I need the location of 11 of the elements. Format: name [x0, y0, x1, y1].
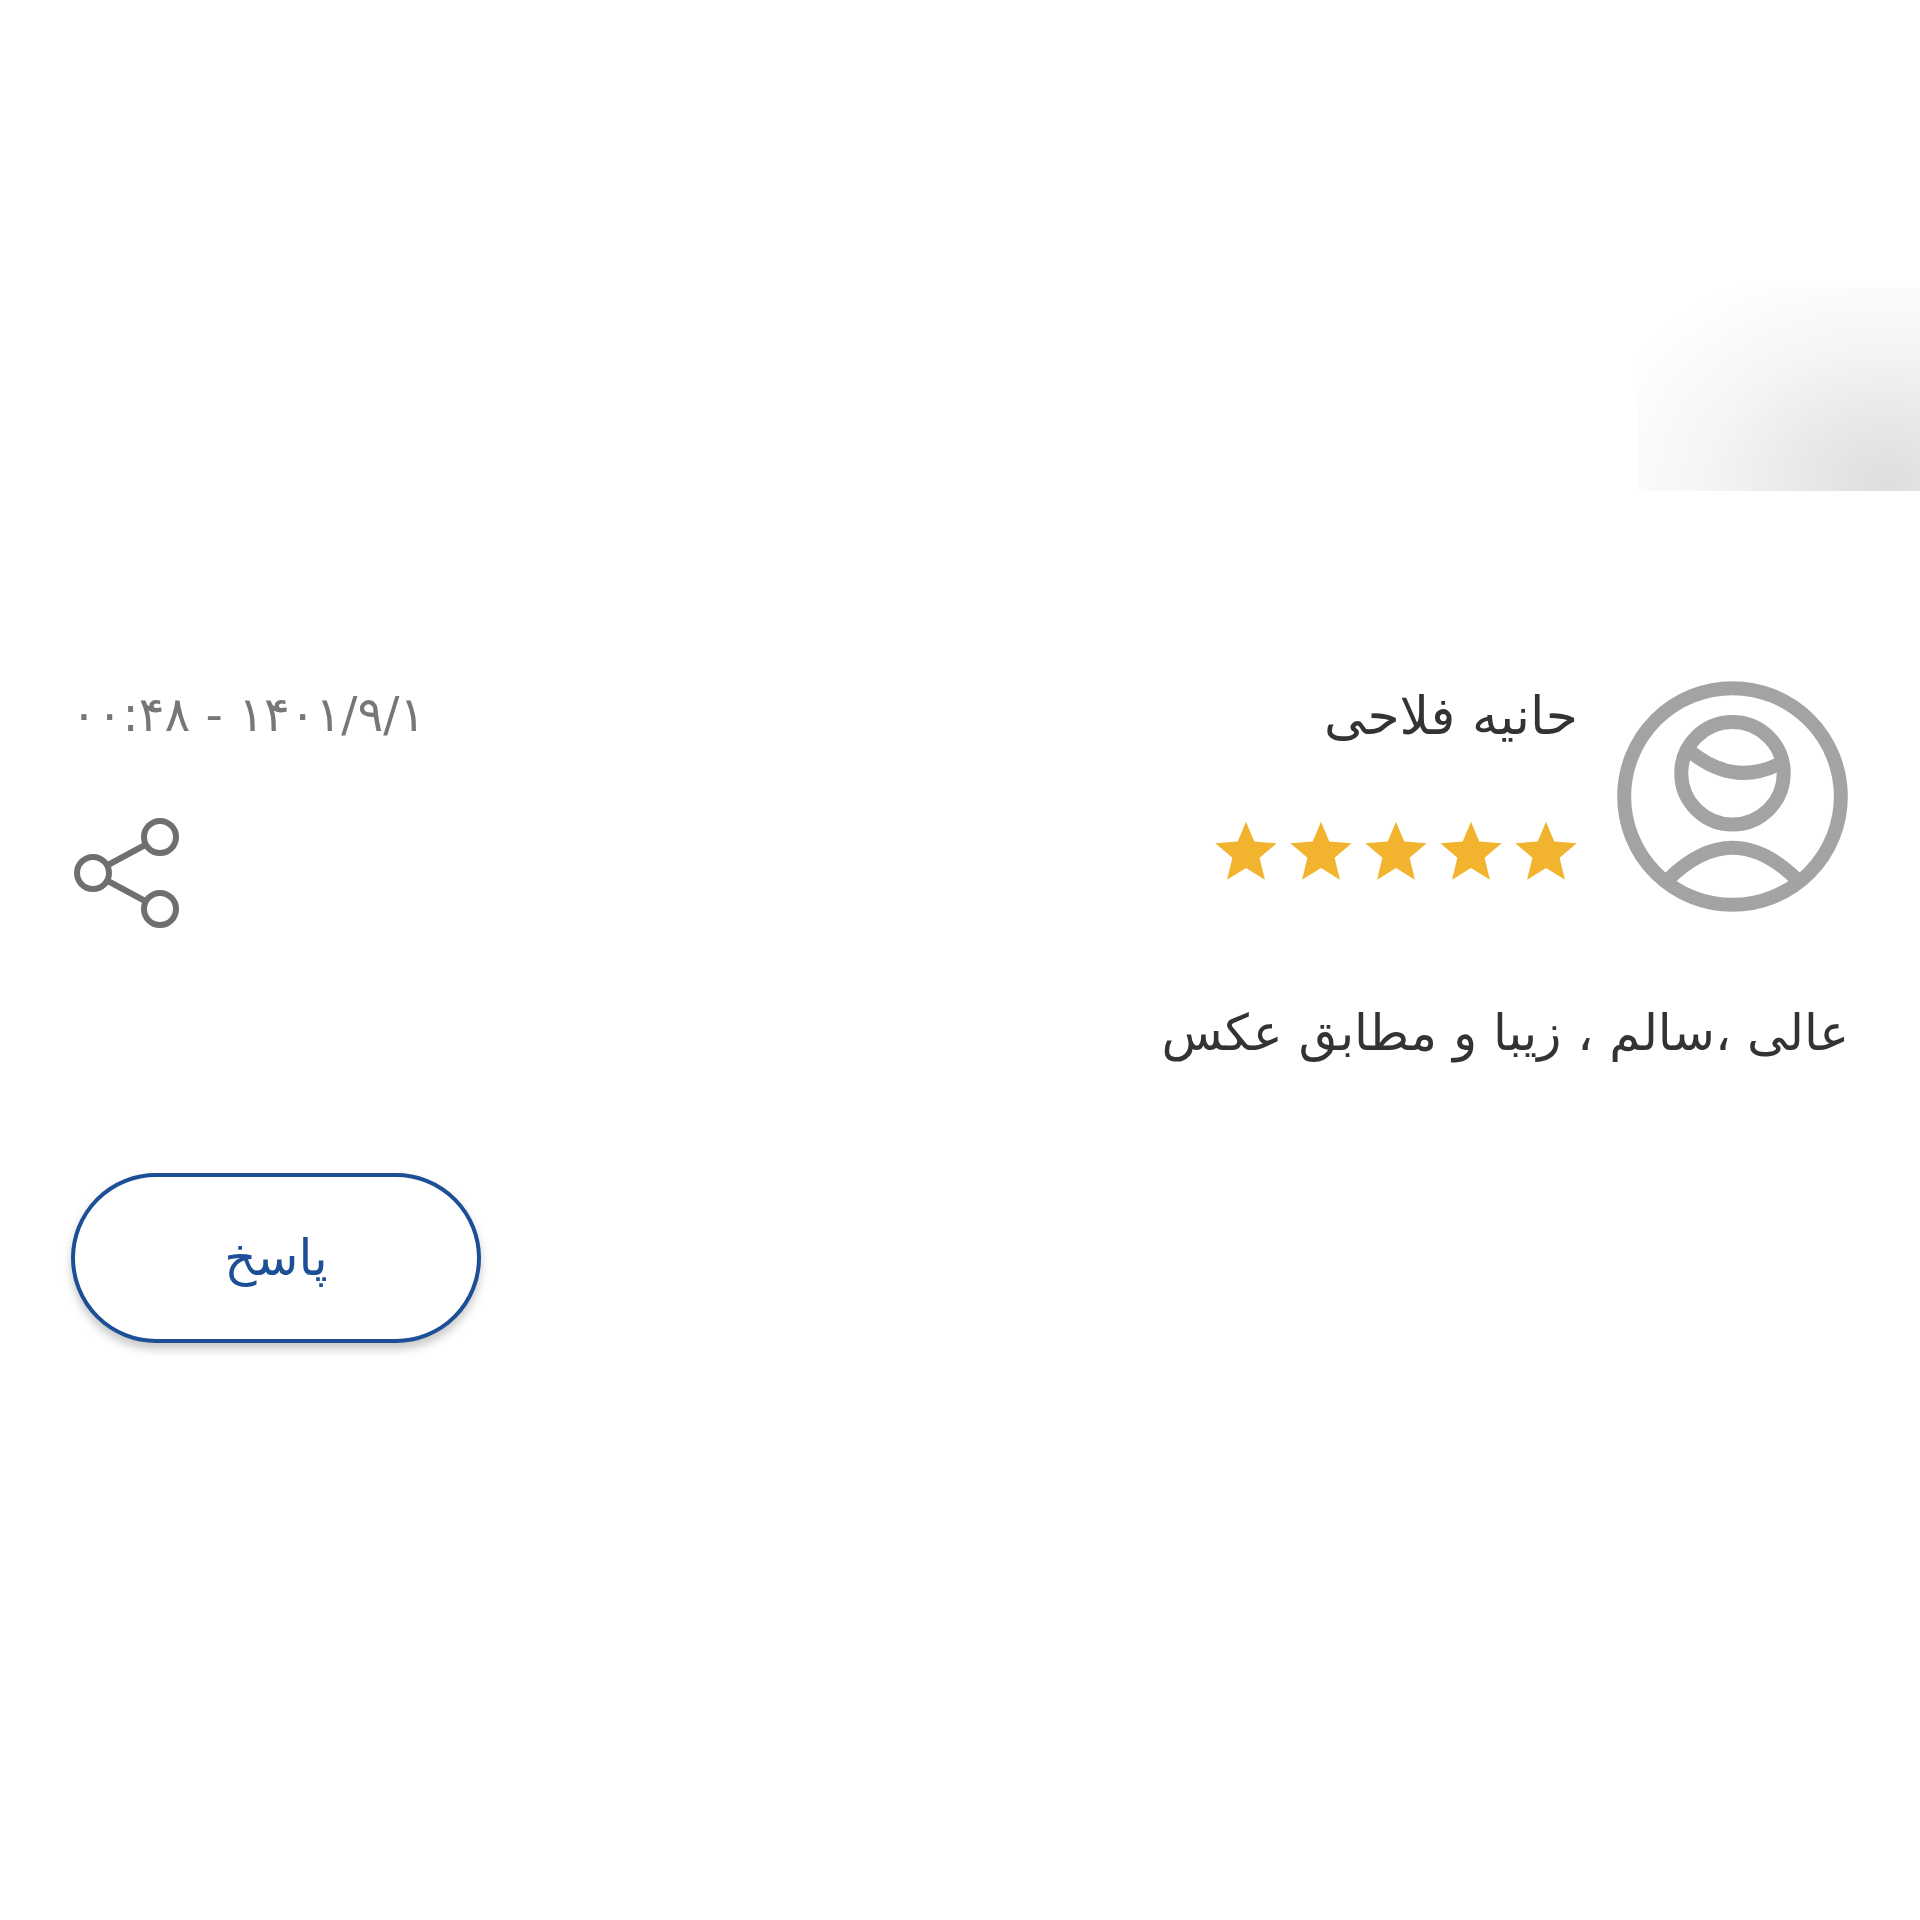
reply-button[interactable]: پاسخ — [71, 1173, 481, 1343]
review-text: عالی ،سالم ، زیبا و مطابق عکس — [1160, 1003, 1849, 1065]
star-icon — [1364, 820, 1428, 882]
star-icon — [1514, 820, 1578, 882]
author-name: حانیه فلاحی — [1324, 685, 1578, 748]
avatar-icon — [1616, 680, 1849, 913]
star-icon — [1214, 820, 1278, 882]
star-icon — [1289, 820, 1353, 882]
star-icon — [1439, 820, 1503, 882]
date-time: ۱۴۰۱/۹/۱ - ۰۰:۴۸ — [71, 685, 426, 744]
share-icon[interactable] — [73, 817, 181, 929]
